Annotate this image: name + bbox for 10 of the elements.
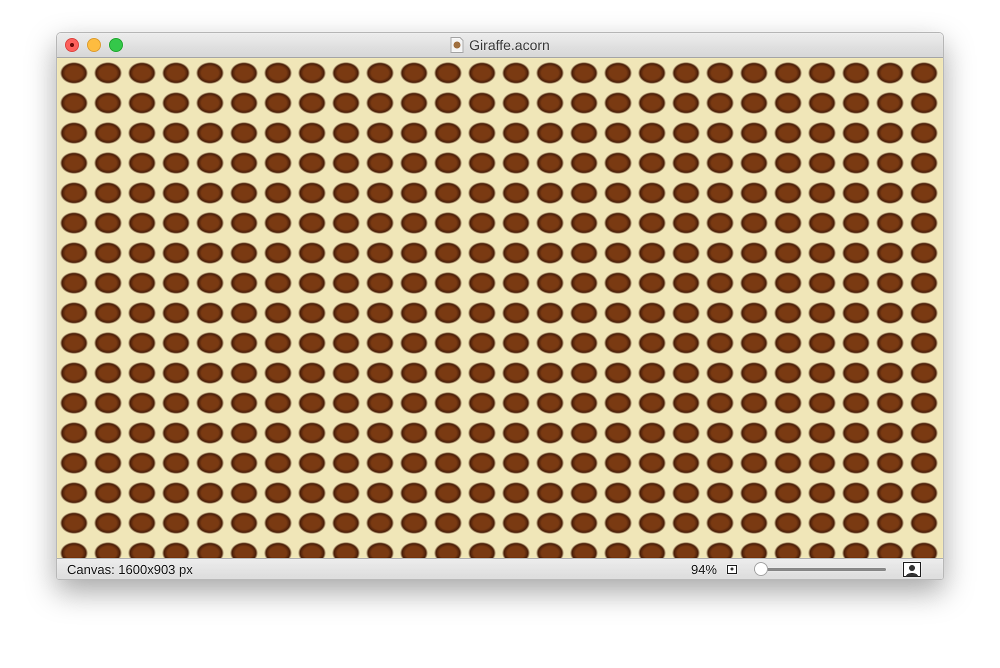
zoom-button[interactable] [109,38,123,52]
document-icon [450,37,464,53]
small-picture-icon [727,564,737,574]
close-button[interactable] [65,38,79,52]
canvas-size-text: Canvas: 1600x903 px [67,562,194,576]
window-title: Giraffe.acorn [469,37,550,53]
large-picture-icon [903,562,921,576]
minimize-button[interactable] [87,38,101,52]
zoom-percent: 94% [690,562,717,576]
slider-thumb[interactable] [754,562,768,576]
